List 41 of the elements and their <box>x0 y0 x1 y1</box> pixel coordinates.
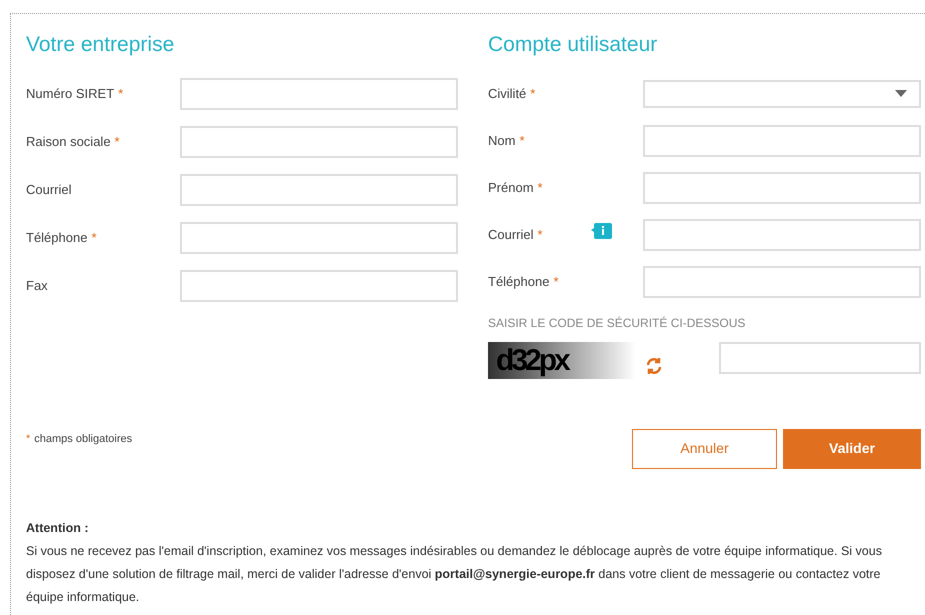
captcha-input-field[interactable] <box>719 342 921 374</box>
field-label: Fax <box>26 276 48 295</box>
input-field[interactable] <box>180 126 458 158</box>
captcha-image: d32px <box>488 342 636 378</box>
select-field[interactable] <box>643 80 921 108</box>
required-asterisk: * <box>553 272 559 291</box>
refresh-icon[interactable] <box>644 356 664 376</box>
required-asterisk: * <box>538 226 543 244</box>
required-note: champs obligatoires <box>34 432 132 444</box>
field-label: Courriel <box>488 226 534 244</box>
field-label: Prénom <box>488 178 534 197</box>
field-label: Courriel <box>26 180 72 199</box>
input-field[interactable] <box>180 174 458 206</box>
required-asterisk: * <box>91 228 97 247</box>
required-asterisk: * <box>114 132 120 151</box>
field-label: Nom <box>488 132 516 150</box>
field-label: Raison sociale <box>26 132 111 151</box>
required-asterisk: * <box>530 84 536 103</box>
section-title: Compte utilisateur <box>488 32 658 58</box>
field-label: Téléphone <box>488 272 550 291</box>
submit-button[interactable]: Valider <box>783 428 921 468</box>
field-label: Numéro SIRET <box>26 84 114 103</box>
field-label: Téléphone <box>26 228 88 247</box>
cancel-button[interactable]: Annuler <box>632 428 777 468</box>
section-title: Votre entreprise <box>26 32 176 58</box>
input-field[interactable] <box>180 78 458 110</box>
input-field[interactable] <box>643 218 921 250</box>
input-field[interactable] <box>643 172 921 204</box>
captcha-label: SAISIR LE CODE DE SÉCURITÉ CI-DESSOUS <box>488 314 746 332</box>
required-asterisk: * <box>519 132 525 150</box>
input-field[interactable] <box>643 124 921 156</box>
field-label: Civilité <box>488 84 526 103</box>
input-field[interactable] <box>180 222 458 254</box>
dropdown-caret-icon <box>895 90 907 97</box>
notice-text: Si vous ne recevez pas l'email d'inscription, examinez vos messages indésirables ou demandez le déblocage auprès de votre équipe informatique. Si vous disposez d'une solution de filtrage mail, merci de valider l'adresse d'envoi portail@synergie-europe.fr dans votre client de messagerie ou contactez votre équipe informatique. <box>26 542 883 606</box>
input-field[interactable] <box>180 270 458 302</box>
required-asterisk: * <box>26 432 30 444</box>
required-asterisk: * <box>118 84 124 103</box>
required-asterisk: * <box>538 178 543 197</box>
input-field[interactable] <box>643 266 921 298</box>
notice-title: Attention : <box>26 520 90 536</box>
